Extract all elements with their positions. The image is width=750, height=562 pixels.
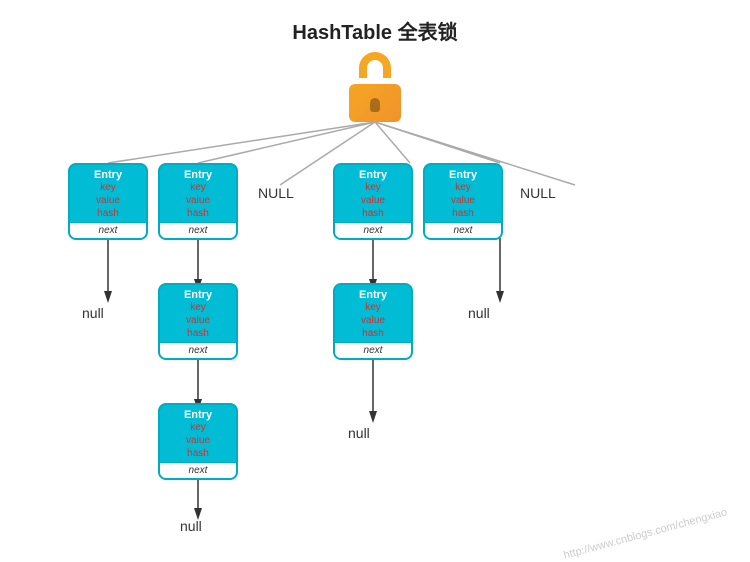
- entry-field-key-2: key: [162, 181, 234, 194]
- entry-field-hash-4: hash: [427, 207, 499, 220]
- entry-top-5: Entry key value hash: [160, 285, 236, 342]
- null-label-4: null: [468, 305, 490, 321]
- entry-field-value-2: value: [162, 194, 234, 207]
- entry-box-1: Entry key value hash next: [68, 163, 148, 240]
- entry-field-hash-3: hash: [337, 207, 409, 220]
- entry-field-value-3: value: [337, 194, 409, 207]
- entry-field-key-3: key: [337, 181, 409, 194]
- entry-box-5: Entry key value hash next: [158, 283, 238, 360]
- entry-top-7: Entry key value hash: [160, 405, 236, 462]
- entry-field-key-7: key: [162, 421, 234, 434]
- entry-field-key-1: key: [72, 181, 144, 194]
- entry-field-value-6: value: [337, 314, 409, 327]
- entry-top-3: Entry key value hash: [335, 165, 411, 222]
- entry-field-hash-2: hash: [162, 207, 234, 220]
- entry-field-hash-6: hash: [337, 327, 409, 340]
- page-title: HashTable 全表锁: [0, 0, 750, 45]
- entry-next-5: next: [160, 342, 236, 358]
- entry-field-key-5: key: [162, 301, 234, 314]
- entry-top-2: Entry key value hash: [160, 165, 236, 222]
- entry-field-value-1: value: [72, 194, 144, 207]
- lock-keyhole: [370, 98, 380, 112]
- null-label-6: null: [180, 518, 202, 534]
- null-label-2: NULL: [520, 185, 556, 201]
- entry-box-4: Entry key value hash next: [423, 163, 503, 240]
- entry-title-2: Entry: [162, 169, 234, 181]
- entry-box-3: Entry key value hash next: [333, 163, 413, 240]
- entry-field-value-5: value: [162, 314, 234, 327]
- lock-body: [349, 84, 401, 122]
- entry-box-7: Entry key value hash next: [158, 403, 238, 480]
- lock-icon: [345, 52, 405, 122]
- entry-box-6: Entry key value hash next: [333, 283, 413, 360]
- entry-field-hash-1: hash: [72, 207, 144, 220]
- null-label-5: null: [348, 425, 370, 441]
- entry-top-1: Entry key value hash: [70, 165, 146, 222]
- entry-next-6: next: [335, 342, 411, 358]
- lock-shackle: [359, 52, 391, 78]
- entry-field-value-4: value: [427, 194, 499, 207]
- entry-title-4: Entry: [427, 169, 499, 181]
- entry-title-6: Entry: [337, 289, 409, 301]
- entry-next-2: next: [160, 222, 236, 238]
- entry-next-7: next: [160, 462, 236, 478]
- null-label-1: NULL: [258, 185, 294, 201]
- entry-title-5: Entry: [162, 289, 234, 301]
- entry-field-key-6: key: [337, 301, 409, 314]
- entry-next-3: next: [335, 222, 411, 238]
- entry-box-2: Entry key value hash next: [158, 163, 238, 240]
- entry-top-4: Entry key value hash: [425, 165, 501, 222]
- entry-title-7: Entry: [162, 409, 234, 421]
- entry-next-1: next: [70, 222, 146, 238]
- entry-field-hash-7: hash: [162, 447, 234, 460]
- entry-top-6: Entry key value hash: [335, 285, 411, 342]
- null-label-3: null: [82, 305, 104, 321]
- entry-title-3: Entry: [337, 169, 409, 181]
- entry-field-value-7: value: [162, 434, 234, 447]
- entry-next-4: next: [425, 222, 501, 238]
- entry-field-key-4: key: [427, 181, 499, 194]
- entry-field-hash-5: hash: [162, 327, 234, 340]
- watermark: http://www.cnblogs.com/chengxiao: [563, 506, 729, 561]
- entry-title-1: Entry: [72, 169, 144, 181]
